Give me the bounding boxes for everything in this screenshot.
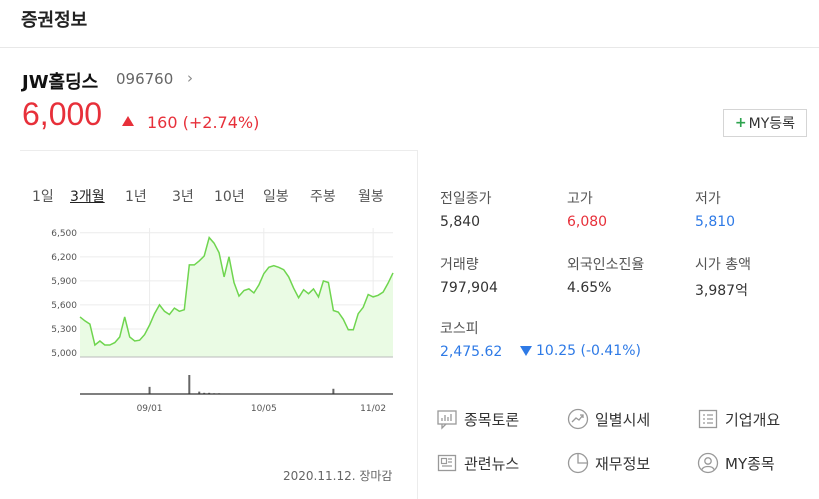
- stat-low: 저가 5,810: [695, 188, 735, 230]
- link-label: 관련뉴스: [464, 454, 520, 473]
- link-label: 종목토론: [464, 410, 520, 429]
- section-header: 증권정보: [0, 0, 819, 48]
- link-financial[interactable]: 재무정보: [567, 452, 650, 474]
- my-register-label: MY등록: [748, 116, 796, 132]
- link-label: 재무정보: [595, 454, 651, 473]
- tab-1y[interactable]: 1년: [125, 186, 147, 206]
- trend-up-icon: [567, 408, 589, 430]
- current-price: 6,000: [22, 96, 103, 132]
- tab-monthly-candle[interactable]: 월봉: [358, 186, 384, 206]
- stat-value: 4.65%: [567, 280, 612, 296]
- stat-value: 5,810: [695, 214, 736, 230]
- volume-bar: [188, 375, 191, 394]
- price-change: 160 (+2.74%): [147, 113, 259, 132]
- link-label: 기업개요: [725, 410, 781, 429]
- my-register-button[interactable]: + MY등록: [723, 109, 807, 137]
- kospi-label: 코스피: [440, 321, 479, 337]
- chart-date: 2020.11.12. 장마감: [283, 469, 393, 483]
- y-tick-label: 6,500: [51, 229, 77, 239]
- volume-bar: [148, 386, 151, 394]
- section-title: 증권정보: [21, 10, 88, 31]
- stat-label: 시가 총액: [695, 257, 751, 273]
- stat-label: 거래량: [440, 257, 479, 273]
- divider: [20, 150, 417, 151]
- list-doc-icon: [698, 409, 718, 429]
- price-change-pct: (+2.74%): [182, 113, 260, 132]
- y-tick-label: 5,300: [51, 325, 77, 335]
- tab-weekly-candle[interactable]: 주봉: [310, 186, 336, 206]
- user-icon: [697, 452, 719, 474]
- y-tick-label: 5,900: [51, 277, 77, 287]
- stat-prev-close: 전일종가 5,840: [440, 188, 492, 230]
- stat-value: 5,840: [440, 214, 481, 230]
- link-my-stocks[interactable]: MY종목: [697, 452, 775, 474]
- kospi-change-value: 10.25 (-0.41%): [536, 343, 641, 359]
- y-tick-label: 5,000: [51, 349, 77, 359]
- stock-name-link[interactable]: JW홀딩스: [22, 68, 98, 94]
- price-chart[interactable]: 6,500 6,200 5,900 5,600 5,300 5,000 09/01 10/05…: [20, 215, 400, 420]
- stat-label: 고가: [567, 191, 593, 207]
- price-area: [80, 237, 393, 357]
- tab-10y[interactable]: 10년: [214, 186, 245, 206]
- divider: [417, 150, 418, 499]
- link-discussion[interactable]: 종목토론: [436, 408, 519, 430]
- volume-bar: [332, 388, 335, 394]
- x-tick-label: 10/05: [251, 404, 277, 414]
- stat-label: 전일종가: [440, 191, 492, 207]
- tab-3m[interactable]: 3개월: [70, 186, 105, 206]
- tab-1d[interactable]: 1일: [32, 186, 54, 206]
- stat-value: 3,987억: [695, 283, 748, 299]
- link-news[interactable]: 관련뉴스: [436, 452, 519, 474]
- tab-3y[interactable]: 3년: [172, 186, 194, 206]
- pie-chart-icon: [567, 452, 589, 474]
- stat-market-cap: 시가 총액 3,987억: [695, 254, 751, 300]
- plus-icon: +: [734, 115, 747, 131]
- chat-chart-icon: [437, 410, 457, 430]
- triangle-down-icon: [520, 346, 532, 356]
- stat-label: 외국인소진율: [567, 257, 645, 273]
- stock-code[interactable]: 096760: [116, 70, 173, 88]
- stat-value: 6,080: [567, 214, 608, 230]
- y-tick-label: 5,600: [51, 301, 77, 311]
- chevron-right-icon[interactable]: ›: [187, 69, 193, 87]
- link-label: 일별시세: [595, 410, 651, 429]
- link-daily-price[interactable]: 일별시세: [567, 408, 650, 430]
- kospi-value: 2,475.62: [440, 344, 503, 360]
- stat-label: 저가: [695, 191, 721, 207]
- news-icon: [437, 454, 457, 472]
- stat-kospi: 코스피 2,475.62: [440, 318, 502, 360]
- stat-high: 고가 6,080: [567, 188, 607, 230]
- kospi-change: 10.25 (-0.41%): [520, 343, 641, 359]
- triangle-up-icon: [122, 116, 134, 126]
- price-change-value: 160: [147, 113, 178, 132]
- tab-daily-candle[interactable]: 일봉: [263, 186, 289, 206]
- link-label: MY종목: [725, 454, 775, 473]
- link-company-info[interactable]: 기업개요: [697, 408, 780, 430]
- stat-value: 797,904: [440, 280, 498, 296]
- x-tick-label: 11/02: [360, 404, 386, 414]
- x-tick-label: 09/01: [137, 404, 163, 414]
- stat-volume: 거래량 797,904: [440, 254, 498, 296]
- stat-foreign-ratio: 외국인소진율 4.65%: [567, 254, 644, 296]
- y-tick-label: 6,200: [51, 253, 77, 263]
